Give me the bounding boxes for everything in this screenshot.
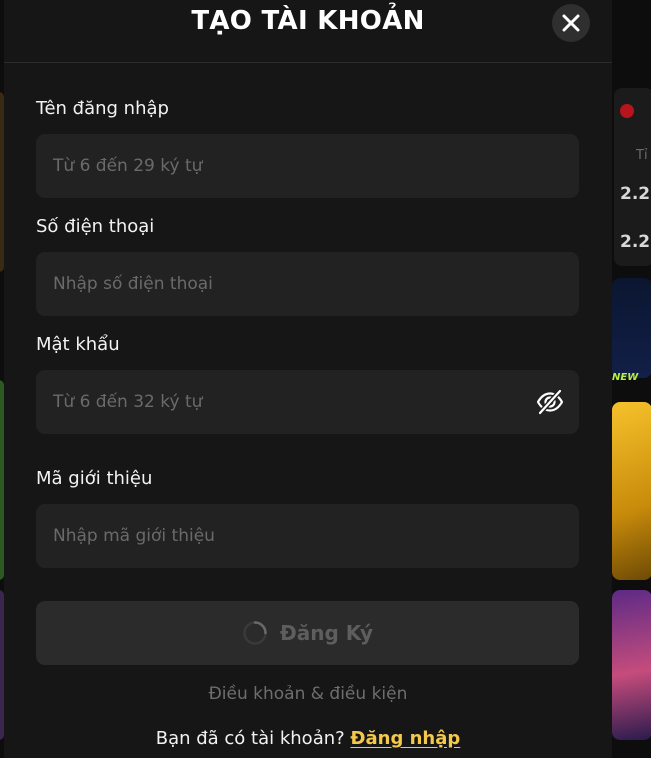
referral-field bbox=[36, 504, 579, 568]
background-banner bbox=[612, 278, 651, 378]
register-button-label: Đăng Ký bbox=[279, 621, 374, 645]
username-label: Tên đăng nhập bbox=[36, 98, 169, 119]
close-button[interactable] bbox=[552, 4, 590, 42]
username-input[interactable] bbox=[36, 134, 579, 198]
background-new-badge: NEW bbox=[612, 372, 639, 383]
live-dot-icon bbox=[620, 104, 634, 118]
background-label: Tỉ bbox=[636, 148, 648, 163]
login-prompt-row: Bạn đã có tài khoản? Đăng nhập bbox=[4, 728, 612, 749]
username-field bbox=[36, 134, 579, 198]
password-field bbox=[36, 370, 579, 434]
password-input[interactable] bbox=[36, 370, 579, 434]
register-button[interactable]: Đăng Ký bbox=[36, 601, 579, 665]
password-label: Mật khẩu bbox=[36, 334, 120, 355]
login-link[interactable]: Đăng nhập bbox=[350, 728, 460, 749]
phone-label: Số điện thoại bbox=[36, 216, 155, 237]
phone-field bbox=[36, 252, 579, 316]
referral-input[interactable] bbox=[36, 504, 579, 568]
toggle-password-visibility-button[interactable] bbox=[535, 387, 565, 417]
terms-link[interactable]: Điều khoản & điều kiện bbox=[4, 684, 612, 704]
phone-input[interactable] bbox=[36, 252, 579, 316]
background-game-thumbnail bbox=[612, 402, 651, 580]
modal-title: TẠO TÀI KHOẢN bbox=[191, 6, 425, 36]
background-odds-value: 2.25 bbox=[620, 184, 651, 204]
register-modal: TẠO TÀI KHOẢN Tên đăng nhập Số điện thoạ… bbox=[4, 0, 612, 758]
spinner-icon bbox=[243, 621, 267, 645]
close-icon bbox=[562, 14, 580, 32]
referral-label: Mã giới thiệu bbox=[36, 468, 153, 489]
background-game-thumbnail bbox=[612, 590, 651, 740]
background-odds-value: 2.25 bbox=[620, 232, 651, 252]
eye-off-icon bbox=[536, 388, 564, 416]
login-prompt-text: Bạn đã có tài khoản? bbox=[155, 728, 345, 749]
modal-header: TẠO TÀI KHOẢN bbox=[4, 0, 612, 63]
